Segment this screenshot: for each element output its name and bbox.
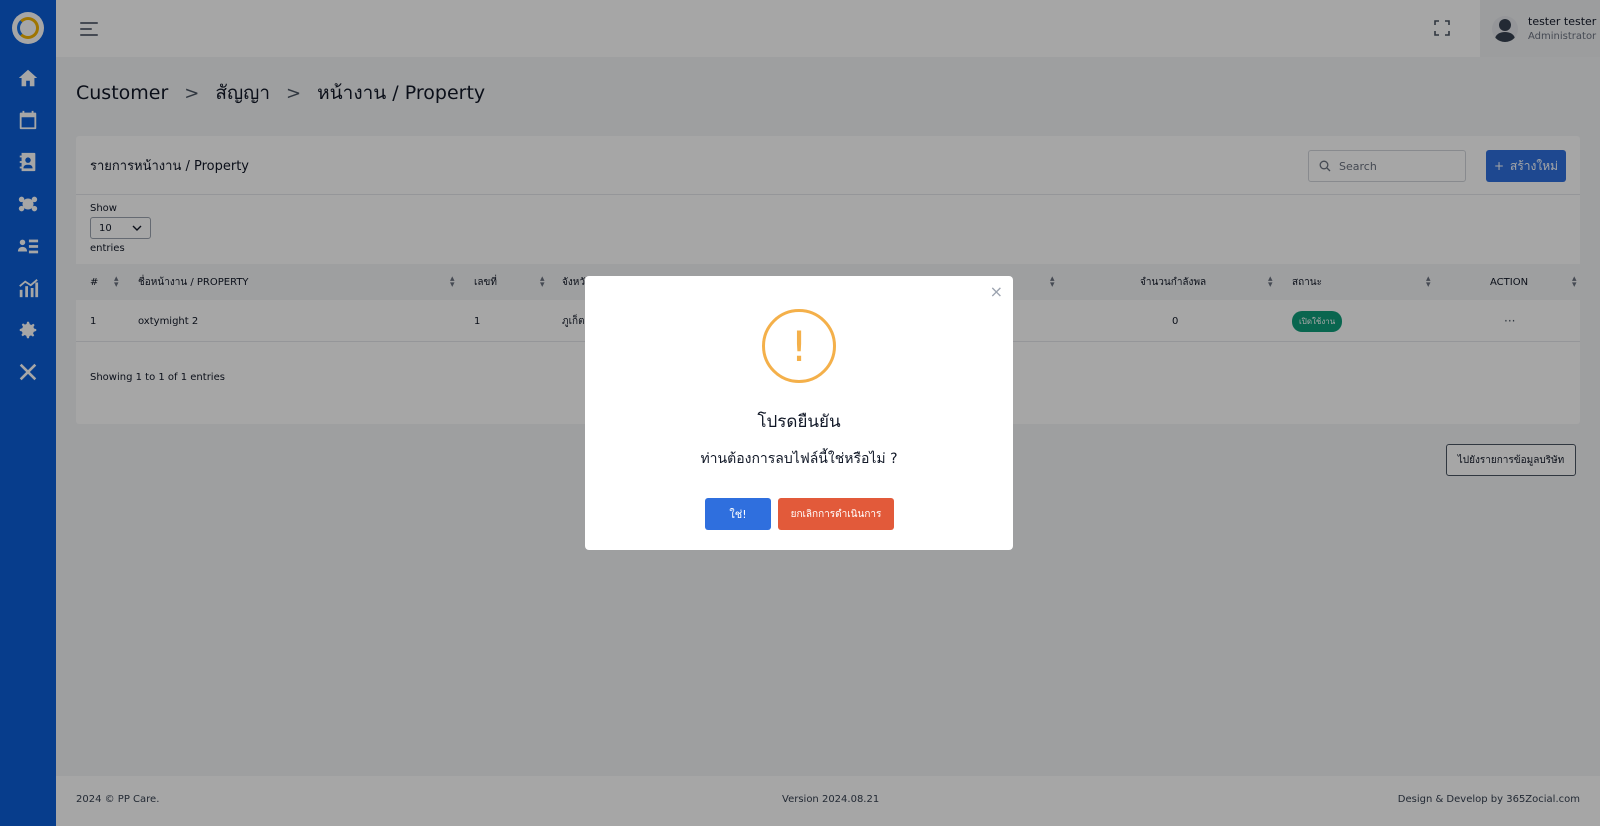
close-icon[interactable]: ×: [990, 282, 1003, 301]
cancel-button[interactable]: ยกเลิกการดำเนินการ: [778, 498, 894, 530]
confirm-button[interactable]: ใช่!: [705, 498, 771, 530]
dialog-message: ท่านต้องการลบไฟล์นี้ใช่หรือไม่ ?: [700, 451, 898, 467]
dialog-title: โปรดยืนยัน: [757, 412, 841, 432]
confirm-dialog: × ! โปรดยืนยัน ท่านต้องการลบไฟล์นี้ใช่หร…: [585, 276, 1013, 550]
warning-icon: !: [762, 309, 836, 383]
